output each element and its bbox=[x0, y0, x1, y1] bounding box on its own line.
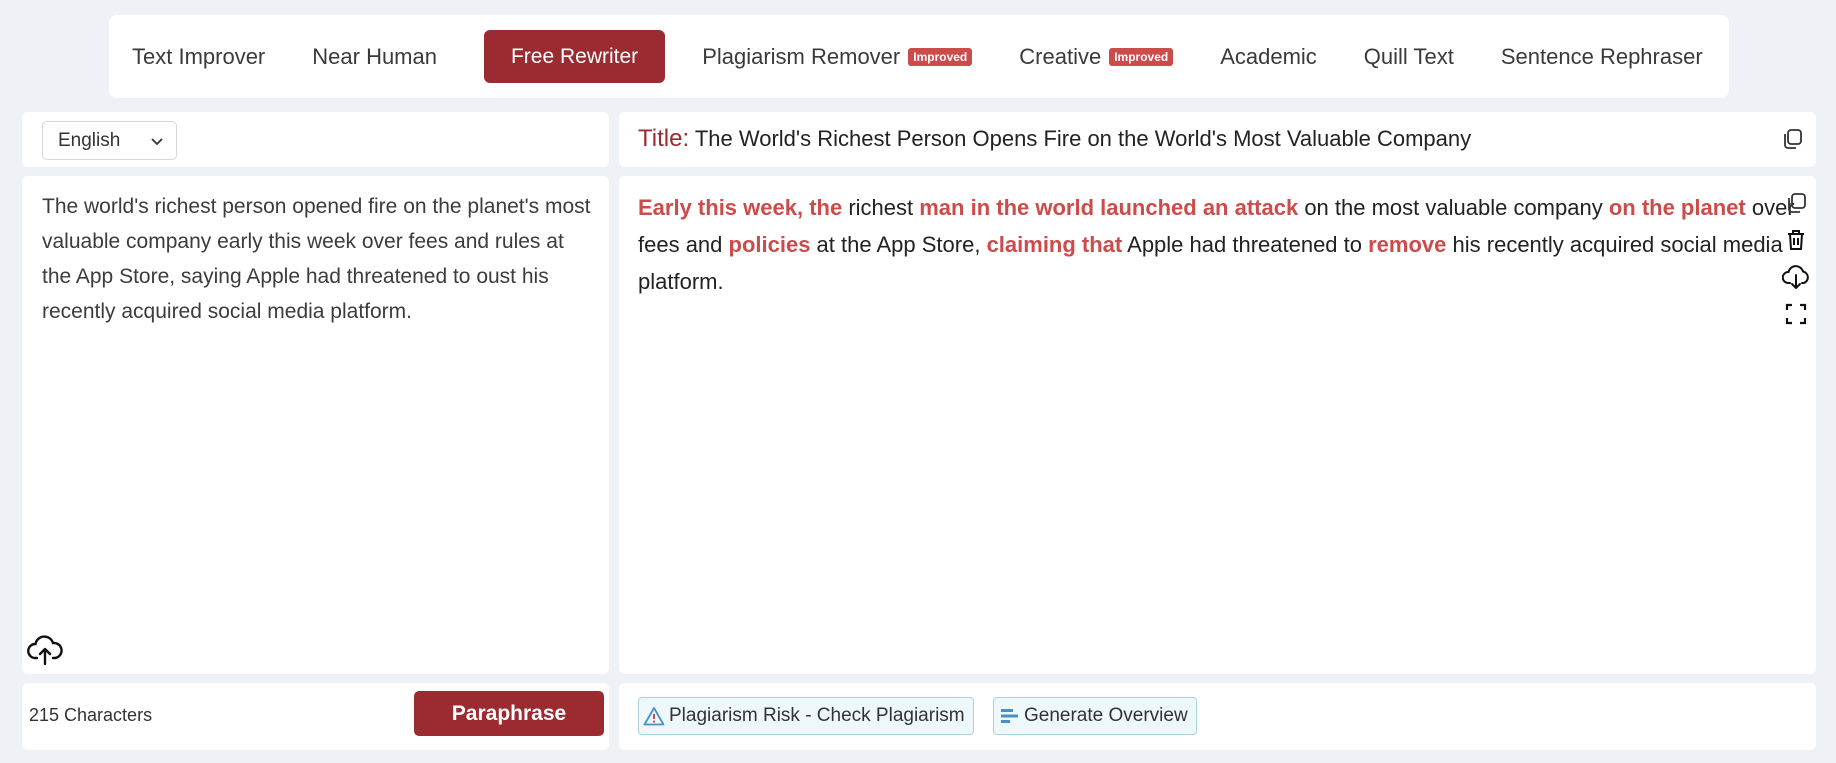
tab-label: Academic bbox=[1220, 43, 1317, 69]
tab-label: Near Human bbox=[312, 43, 437, 69]
tab-free-rewriter[interactable]: Free Rewriter bbox=[483, 30, 666, 83]
tab-label: Free Rewriter bbox=[510, 44, 639, 68]
output-text: Early this week, the richest man in the … bbox=[638, 189, 1798, 300]
tab-quill-text[interactable]: Quill Text bbox=[1364, 44, 1454, 70]
tab-label: Creative bbox=[1019, 43, 1102, 69]
tab-sentence-rephraser[interactable]: Sentence Rephraser bbox=[1501, 44, 1703, 70]
copy-icon[interactable] bbox=[1780, 127, 1804, 156]
fullscreen-icon[interactable] bbox=[1781, 295, 1811, 332]
unchanged-text: Apple had threatened to bbox=[1122, 232, 1369, 257]
title-bar: Title: The World's Richest Person Opens … bbox=[619, 112, 1816, 167]
generate-overview-button[interactable]: Generate Overview bbox=[993, 697, 1197, 735]
input-textarea[interactable]: The world's richest person opened fire o… bbox=[42, 189, 597, 329]
output-footer: Plagiarism Risk - Check Plagiarism Gener… bbox=[619, 683, 1816, 750]
improved-badge: Improved bbox=[908, 47, 973, 66]
changed-phrase[interactable]: man in the world launched an attack bbox=[919, 195, 1298, 220]
unchanged-text: at the App Store, bbox=[810, 232, 987, 257]
language-bar: English bbox=[22, 112, 609, 167]
changed-phrase[interactable]: remove bbox=[1368, 232, 1446, 257]
warning-icon bbox=[643, 707, 665, 726]
cloud-download-icon[interactable] bbox=[1781, 258, 1811, 295]
bars-icon bbox=[1001, 709, 1018, 723]
unchanged-text: richest bbox=[842, 195, 920, 220]
tab-label: Plagiarism Remover bbox=[702, 43, 901, 69]
tab-label: Sentence Rephraser bbox=[1500, 43, 1703, 69]
trash-icon[interactable] bbox=[1781, 221, 1811, 258]
check-plagiarism-button[interactable]: Plagiarism Risk - Check Plagiarism bbox=[638, 697, 974, 735]
generate-overview-label: Generate Overview bbox=[1024, 705, 1188, 726]
tab-academic[interactable]: Academic bbox=[1220, 44, 1317, 70]
changed-phrase[interactable]: Early this week, the bbox=[638, 195, 842, 220]
tab-plagiarism-remover[interactable]: Plagiarism Remover Improved bbox=[702, 43, 973, 70]
chevron-down-icon bbox=[151, 138, 163, 146]
generated-title: Title: The World's Richest Person Opens … bbox=[638, 125, 1471, 153]
changed-phrase[interactable]: policies bbox=[729, 232, 811, 257]
title-label: Title: bbox=[638, 125, 690, 152]
language-value: English bbox=[58, 129, 121, 151]
output-panel: Early this week, the richest man in the … bbox=[619, 176, 1816, 674]
paraphrase-button[interactable]: Paraphrase bbox=[414, 691, 604, 736]
title-text: The World's Richest Person Opens Fire on… bbox=[694, 126, 1472, 151]
tab-label: Text Improver bbox=[132, 43, 266, 69]
copy-icon[interactable] bbox=[1781, 184, 1811, 221]
tab-near-human[interactable]: Near Human bbox=[312, 44, 437, 70]
input-panel[interactable]: The world's richest person opened fire o… bbox=[22, 176, 609, 674]
output-toolbar bbox=[1781, 184, 1811, 332]
tab-text-improver[interactable]: Text Improver bbox=[132, 44, 265, 70]
unchanged-text: on the most valuable company bbox=[1298, 195, 1609, 220]
improved-badge: Improved bbox=[1109, 47, 1174, 66]
mode-tabs: Text Improver Near Human Free Rewriter P… bbox=[109, 15, 1729, 98]
cloud-upload-icon[interactable] bbox=[27, 634, 63, 671]
tab-label: Quill Text bbox=[1363, 43, 1454, 69]
character-count: 215 Characters bbox=[29, 705, 153, 725]
changed-phrase[interactable]: claiming that bbox=[987, 232, 1123, 257]
input-footer: 215 Characters Paraphrase bbox=[22, 683, 609, 750]
check-plagiarism-label: Plagiarism Risk - Check Plagiarism bbox=[669, 705, 965, 726]
tab-creative[interactable]: Creative Improved bbox=[1019, 43, 1174, 70]
changed-phrase[interactable]: on the planet bbox=[1609, 195, 1746, 220]
language-select[interactable]: English bbox=[42, 121, 177, 160]
